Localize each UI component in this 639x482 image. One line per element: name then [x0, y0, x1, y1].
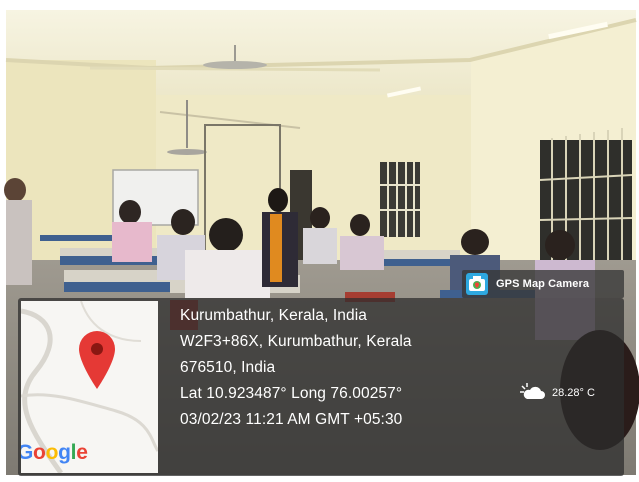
location-info: Kurumbathur, Kerala, India W2F3+86X, Kur… [180, 303, 480, 433]
geotag-panel: Google Kurumbathur, Kerala, India W2F3+8… [18, 298, 624, 476]
partly-cloudy-icon [520, 383, 545, 399]
location-line-postal: 676510, India [180, 359, 276, 376]
gps-map-camera-badge: GPS Map Camera [462, 270, 624, 298]
location-line-coordinates: Lat 10.923487° Long 76.00257° [180, 385, 403, 402]
classroom-photo: GPS Map Camera Google Kurumbathur, Keral… [0, 0, 639, 482]
gps-map-camera-label: GPS Map Camera [496, 278, 590, 290]
location-line-datetime: 03/02/23 11:21 AM GMT +05:30 [180, 411, 403, 428]
temperature-label: 28.28° C [552, 387, 595, 399]
map-thumbnail: Google [21, 301, 158, 473]
gps-map-camera-icon [466, 273, 488, 295]
location-line-pluscode: W2F3+86X, Kurumbathur, Kerala [180, 333, 412, 350]
google-logo: Google [21, 441, 88, 464]
location-line-place: Kurumbathur, Kerala, India [180, 307, 367, 324]
weather-readout: 28.28° C [518, 383, 595, 403]
